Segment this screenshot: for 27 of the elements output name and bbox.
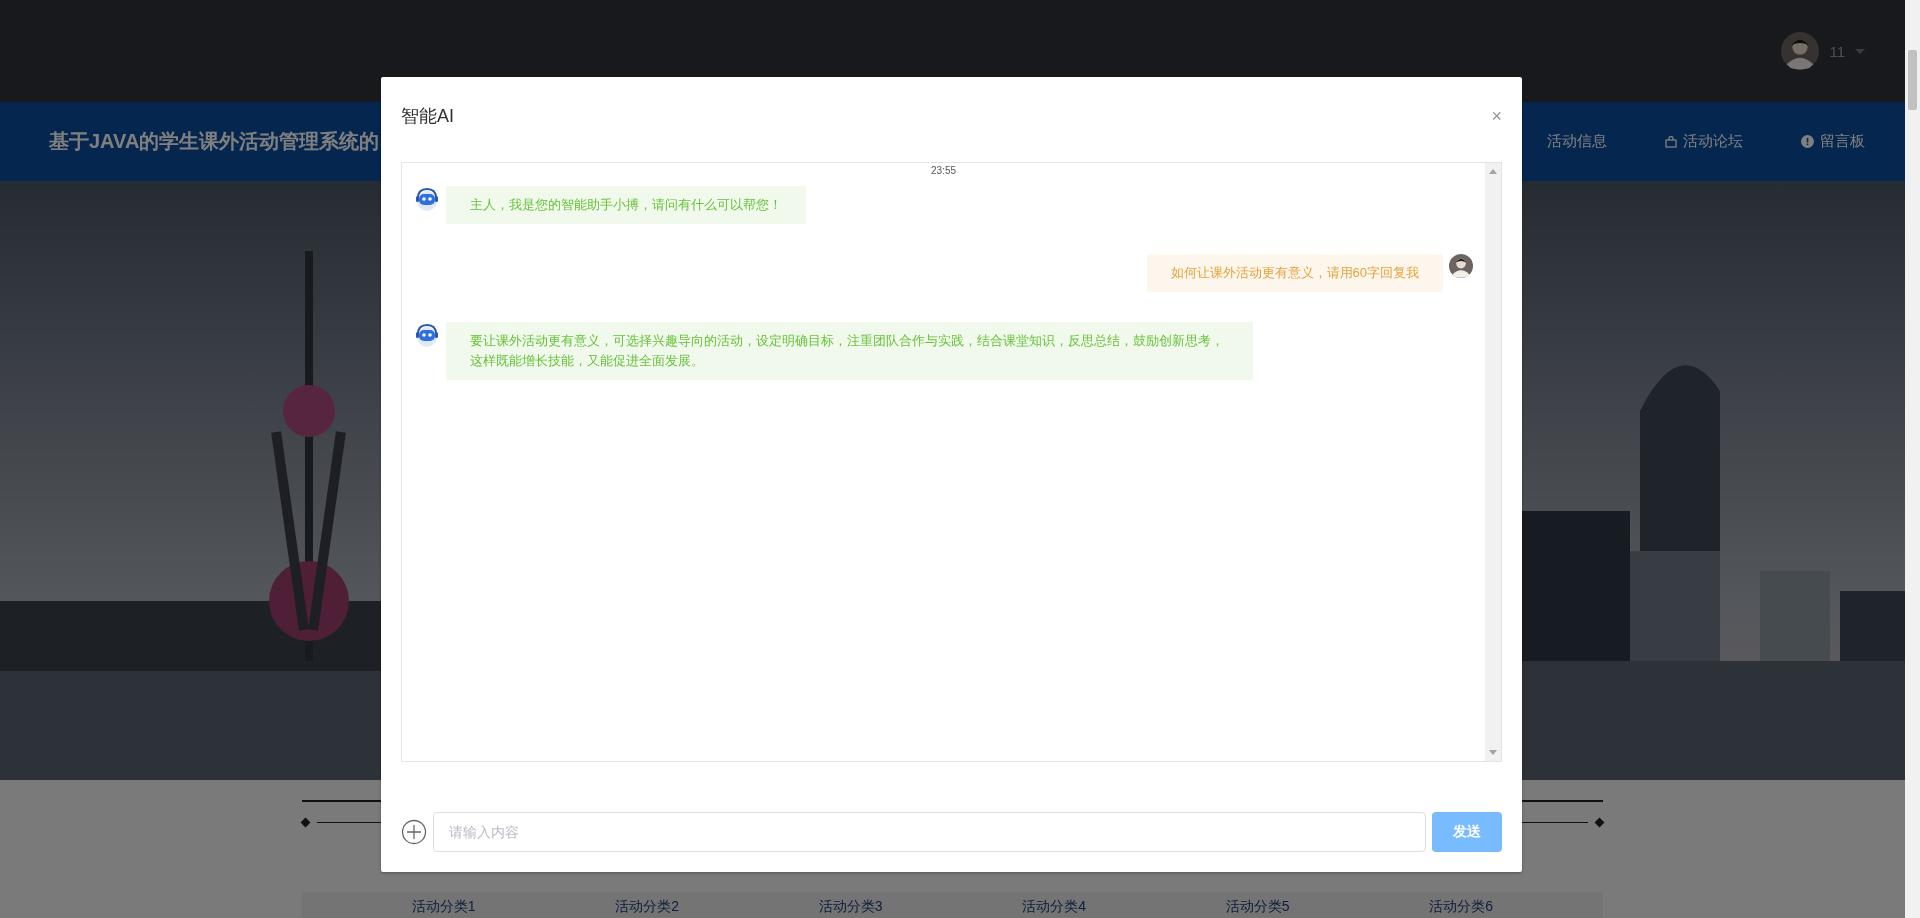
bag-icon [1665, 135, 1677, 148]
robot-icon [414, 186, 440, 212]
category-link[interactable]: 活动分类2 [615, 898, 680, 918]
avatar [1781, 32, 1820, 70]
nav-link[interactable]: 活动信息 [1547, 132, 1607, 151]
message-input[interactable]: 请输入内容 [433, 812, 1426, 852]
bot-message: 主人，我是您的智能助手小搏，请问有什么可以帮您！ [446, 186, 806, 224]
site-title: 基于JAVA的学生课外活动管理系统的 [49, 129, 380, 154]
category-link[interactable]: 活动分类5 [1225, 898, 1290, 918]
nav-link[interactable]: 留言板 [1801, 132, 1865, 151]
dialog-title: 智能AI [401, 104, 454, 128]
category-link[interactable]: 活动分类4 [1022, 898, 1087, 918]
info-icon [1801, 135, 1814, 148]
category-link[interactable]: 活动分类1 [411, 898, 476, 918]
nav-link[interactable]: 活动论坛 [1665, 132, 1743, 151]
add-icon[interactable] [401, 819, 427, 845]
category-link[interactable]: 活动分类3 [818, 898, 883, 918]
caret-icon[interactable] [1855, 48, 1865, 54]
category-link[interactable]: 活动分类6 [1429, 898, 1494, 918]
user-message: 如何让课外活动更有意义，请用60字回复我 [1146, 254, 1443, 292]
scrollbar[interactable] [1485, 163, 1501, 761]
avatar [1449, 254, 1473, 278]
bot-message: 要让课外活动更有意义，可选择兴趣导向的活动，设定明确目标，注重团队合作与实践，结合课堂知识，反思总结，鼓励创新思考，这样既能增长技能，又能促进全面发展。 [446, 322, 1254, 380]
timestamp: 23:55 [931, 165, 956, 176]
robot-icon [414, 322, 440, 348]
send-button[interactable]: 发送 [1432, 812, 1502, 852]
scrollbar[interactable] [1905, 0, 1920, 918]
